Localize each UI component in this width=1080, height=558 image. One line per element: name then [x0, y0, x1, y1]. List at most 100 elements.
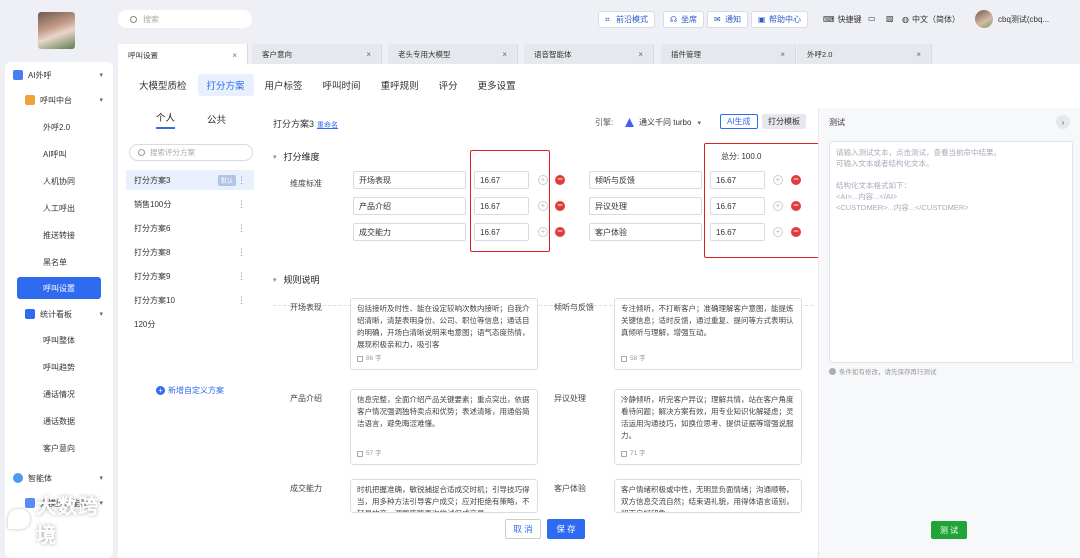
rule-textarea[interactable]: 信息完整，全面介绍产品关键要素；重点突出，依据客户情况强调独特卖点和优势；表述清…: [350, 389, 538, 465]
notice-button[interactable]: ✉ 通知: [707, 11, 748, 28]
user-avatar[interactable]: [975, 10, 993, 28]
rename-link[interactable]: 重命名: [317, 122, 338, 129]
nav-item-call-data[interactable]: 通话数据: [5, 410, 113, 432]
nav-group-agent[interactable]: 智能体 ▾: [5, 467, 113, 489]
more-icon[interactable]: ⋮: [237, 295, 246, 306]
main-panel: 大模型质检 打分方案 用户标签 呼叫时间 重呼规则 评分 更多设置 个人 公共 …: [118, 64, 1080, 558]
nav-item-call-settings[interactable]: 呼叫设置: [17, 277, 101, 299]
section-dimensions[interactable]: ▾ 打分维度: [273, 150, 320, 163]
screen-icon[interactable]: ▭: [868, 14, 879, 23]
nav-item-human-machine[interactable]: 人机协同: [5, 170, 113, 192]
nav-group-ai-outbound[interactable]: AI外呼 ▾: [5, 64, 113, 86]
section-rules[interactable]: ▾ 规则说明: [273, 273, 320, 286]
tab-public[interactable]: 公共: [207, 112, 226, 126]
help-center-button[interactable]: ▣ 帮助中心: [751, 11, 808, 28]
dimension-name-input[interactable]: 倾听与反馈: [589, 171, 702, 189]
remove-dimension-icon[interactable]: −: [555, 175, 565, 185]
close-icon[interactable]: ×: [780, 50, 785, 59]
chat-bubble-logo-icon: [8, 509, 31, 529]
nav-item-customer-intent[interactable]: 客户意向: [5, 437, 113, 459]
close-icon[interactable]: ×: [366, 50, 371, 59]
subtab-scoring-scheme[interactable]: 打分方案: [197, 74, 254, 96]
global-search-input[interactable]: 搜索: [118, 10, 252, 28]
nav-item-manual-call[interactable]: 人工呼出: [5, 197, 113, 219]
scoring-template-button[interactable]: 打分模板: [762, 114, 806, 129]
dimension-name-input[interactable]: 成交能力: [353, 223, 466, 241]
chevron-right-icon[interactable]: ›: [1056, 115, 1070, 129]
nav-item-blacklist[interactable]: 黑名单: [5, 251, 113, 273]
frontier-mode-button[interactable]: ⌗ 前沿模式: [598, 11, 655, 28]
nav-item-ai-call[interactable]: AI呼叫: [5, 143, 113, 165]
cancel-button[interactable]: 取 消: [505, 519, 541, 539]
nav-item-call-trend[interactable]: 呼叫趋势: [5, 356, 113, 378]
test-textarea[interactable]: 请输入测试文本，点击测试，查看当前命中结果。 可输入文本或者结构化文本。 结构化…: [829, 141, 1073, 363]
tab-outbound-2[interactable]: 外呼2.0 ×: [797, 44, 932, 64]
more-icon[interactable]: ⋮: [237, 271, 246, 282]
nav-item-call-status[interactable]: 通话情况: [5, 383, 113, 405]
dimension-name-input[interactable]: 异议处理: [589, 197, 702, 215]
nav-item-push-transfer[interactable]: 推送转接: [5, 224, 113, 246]
tab-voice-agent[interactable]: 语音智能体 ×: [524, 44, 654, 64]
test-panel: 测试 › 请输入测试文本，点击测试，查看当前命中结果。 可输入文本或者结构化文本…: [818, 108, 1080, 558]
rule-label: 成交能力: [290, 484, 322, 493]
dimension-name-input[interactable]: 客户体验: [589, 223, 702, 241]
scheme-item[interactable]: 打分方案10 ⋮: [126, 290, 254, 310]
subtab-user-tags[interactable]: 用户标签: [256, 74, 312, 96]
seat-button[interactable]: ☊ 坐席: [663, 11, 704, 28]
rule-textarea[interactable]: 客户情绪积极或中性，无明显负面情绪；沟通顺畅，双方信息交流自然；结束语礼貌，用得…: [614, 479, 802, 513]
dimension-name-input[interactable]: 产品介绍: [353, 197, 466, 215]
close-icon[interactable]: ×: [232, 51, 237, 60]
plus-circle-icon: +: [156, 386, 165, 395]
subtab-more-settings[interactable]: 更多设置: [469, 74, 525, 96]
engine-select[interactable]: 通义千问 turbo ▾: [625, 117, 701, 128]
caret-down-icon: ▾: [99, 475, 103, 482]
text-icon: [621, 451, 627, 457]
rule-textarea[interactable]: 专注倾听，不打断客户；准确理解客户意图，能提炼关键信息；适时反馈，通过重复、提问…: [614, 298, 802, 370]
close-icon[interactable]: ×: [916, 50, 921, 59]
subtab-call-time[interactable]: 呼叫时间: [314, 74, 370, 96]
highlight-box-right: [704, 143, 821, 258]
tab-customer-intent[interactable]: 客户意向 ×: [252, 44, 382, 64]
more-icon[interactable]: ⋮: [237, 175, 246, 186]
char-count: 71 字: [621, 448, 646, 460]
ai-generate-button[interactable]: AI生成: [720, 114, 758, 129]
language-selector[interactable]: ◍ 中文（简体）: [902, 14, 960, 25]
subtab-redial-rules[interactable]: 重呼规则: [372, 74, 428, 96]
add-scheme-button[interactable]: + 新增自定义方案: [156, 385, 224, 396]
image-icon[interactable]: ▨: [886, 14, 897, 23]
scheme-item[interactable]: 打分方案3 默认 ⋮: [126, 170, 254, 190]
nav-group-stats[interactable]: 统计看板 ▾: [5, 303, 113, 325]
nav-group-call-center[interactable]: 呼叫中台 ▾: [5, 89, 113, 111]
rule-textarea[interactable]: 冷静倾听，听完客户异议；理解共情，站在客户角度看待问题；解决方案有效，用专业知识…: [614, 389, 802, 465]
close-icon[interactable]: ×: [502, 50, 507, 59]
more-icon[interactable]: ⋮: [237, 199, 246, 210]
tab-call-settings[interactable]: 呼叫设置 ×: [118, 44, 248, 66]
close-icon[interactable]: ×: [638, 50, 643, 59]
more-icon[interactable]: ⋮: [237, 223, 246, 234]
remove-dimension-icon[interactable]: −: [555, 201, 565, 211]
rule-textarea[interactable]: 时机把握准确，敏锐捕捉合适成交时机；引导技巧得当，用多种方法引导客户成交；应对拒…: [350, 479, 538, 513]
user-avatar-large[interactable]: [38, 12, 75, 49]
scheme-item[interactable]: 销售100分 ⋮: [126, 194, 254, 214]
scheme-item[interactable]: 打分方案8 ⋮: [126, 242, 254, 262]
test-button[interactable]: 测 试: [931, 521, 967, 539]
tab-plugins[interactable]: 插件管理 ×: [661, 44, 796, 64]
nav-item-call-overall[interactable]: 呼叫整体: [5, 329, 113, 351]
scheme-item[interactable]: 打分方案9 ⋮: [126, 266, 254, 286]
scheme-item[interactable]: 打分方案6 ⋮: [126, 218, 254, 238]
rule-textarea[interactable]: 包括接听及时性、能在设定较响次数内接听；自我介绍清晰，清楚表明身份、公司、职位等…: [350, 298, 538, 370]
more-icon[interactable]: ⋮: [237, 247, 246, 258]
save-button[interactable]: 保 存: [547, 519, 585, 539]
username-dropdown[interactable]: cbq测试(cbq...: [998, 14, 1049, 25]
scheme-search-input[interactable]: 搜索评分方案: [129, 144, 253, 161]
scheme-item[interactable]: 120分: [126, 314, 254, 334]
nav-item-outbound-2[interactable]: 外呼2.0: [5, 116, 113, 138]
subtab-rating[interactable]: 评分: [430, 74, 467, 96]
char-count: 58 字: [621, 353, 646, 365]
tab-llm[interactable]: 老头专用大模型 ×: [388, 44, 518, 64]
remove-dimension-icon[interactable]: −: [555, 227, 565, 237]
dimension-name-input[interactable]: 开场表现: [353, 171, 466, 189]
subtab-llm-qc[interactable]: 大模型质检: [130, 74, 196, 96]
tab-personal[interactable]: 个人: [155, 110, 175, 129]
shortcut-link[interactable]: ⌨ 快捷键: [823, 14, 862, 25]
